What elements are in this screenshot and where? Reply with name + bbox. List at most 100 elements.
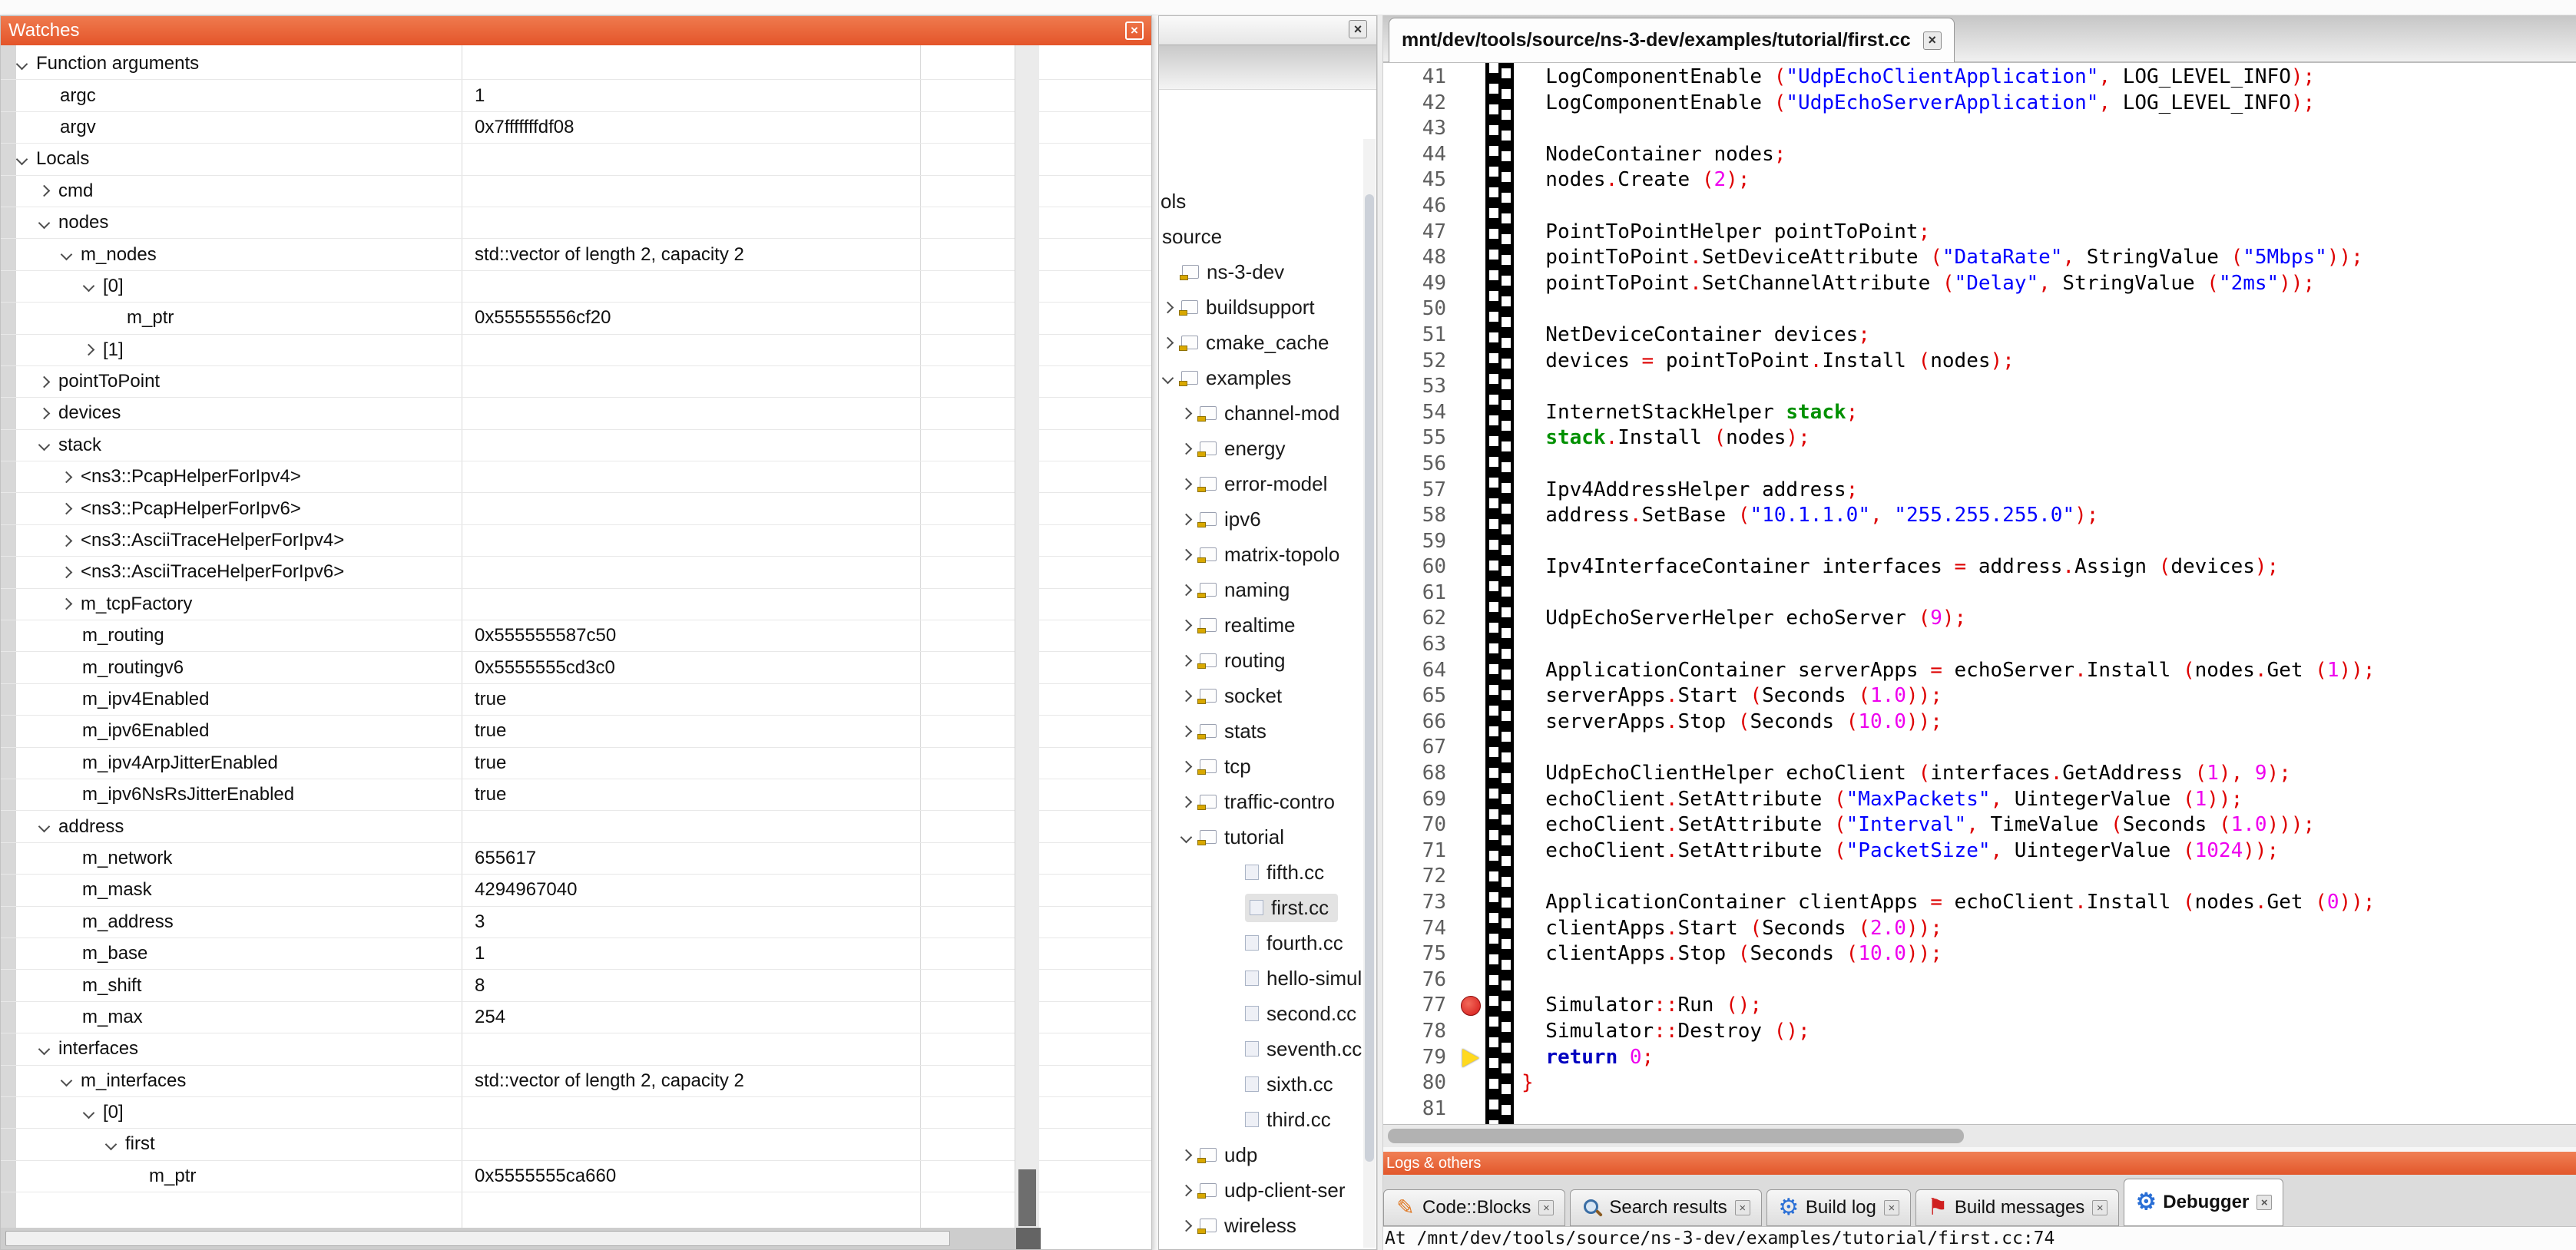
watch-row[interactable]: m_ptr0x5555555ca660 bbox=[1, 1161, 1151, 1192]
watch-row[interactable]: m_address3 bbox=[1, 907, 1151, 938]
watch-row[interactable]: interfaces bbox=[1, 1033, 1151, 1065]
code-line-71[interactable]: 71 echoClient.SetAttribute ("PacketSize"… bbox=[1383, 838, 2576, 865]
code-line-73[interactable]: 73 ApplicationContainer clientApps = ech… bbox=[1383, 890, 2576, 916]
watch-row[interactable]: <ns3::AsciiTraceHelperForIpv4> bbox=[1, 525, 1151, 557]
code-line-68[interactable]: 68 UdpEchoClientHelper echoClient (inter… bbox=[1383, 761, 2576, 787]
logs-tab-code-blocks[interactable]: Code::Blocks× bbox=[1383, 1189, 1565, 1226]
code-line-57[interactable]: 57 Ipv4AddressHelper address; bbox=[1383, 478, 2576, 504]
code-line-66[interactable]: 66 serverApps.Stop (Seconds (10.0)); bbox=[1383, 709, 2576, 736]
chevron-down-icon[interactable] bbox=[16, 154, 28, 166]
code-line-64[interactable]: 64 ApplicationContainer serverApps = ech… bbox=[1383, 658, 2576, 684]
tree-item-sixth-cc[interactable]: sixth.cc bbox=[1159, 1066, 1362, 1102]
tree-item-channel-mod[interactable]: channel-mod bbox=[1159, 395, 1362, 431]
watch-row[interactable]: address bbox=[1, 811, 1151, 842]
chevron-right-icon[interactable] bbox=[1180, 584, 1193, 596]
watches-vscrollbar-thumb[interactable] bbox=[1018, 1169, 1036, 1226]
watch-row[interactable]: [0] bbox=[1, 1097, 1151, 1129]
chevron-down-icon[interactable] bbox=[83, 1106, 95, 1119]
chevron-right-icon[interactable] bbox=[1180, 513, 1193, 525]
code-line-77[interactable]: 77 Simulator::Run (); bbox=[1383, 993, 2576, 1019]
code-line-70[interactable]: 70 echoClient.SetAttribute ("Interval", … bbox=[1383, 812, 2576, 838]
chevron-right-icon[interactable] bbox=[83, 344, 95, 356]
chevron-down-icon[interactable] bbox=[38, 1043, 51, 1056]
logs-tab-build-log[interactable]: Build log× bbox=[1766, 1189, 1911, 1226]
chevron-down-icon[interactable] bbox=[105, 1139, 118, 1151]
tree-item-tutorial[interactable]: tutorial bbox=[1159, 819, 1362, 855]
code-line-45[interactable]: 45 nodes.Create (2); bbox=[1383, 167, 2576, 193]
close-icon[interactable]: × bbox=[1349, 20, 1367, 38]
watch-row[interactable]: Function arguments bbox=[1, 48, 1151, 80]
code-line-44[interactable]: 44 NodeContainer nodes; bbox=[1383, 142, 2576, 168]
chevron-right-icon[interactable] bbox=[1180, 619, 1193, 631]
tree-item-routing[interactable]: routing bbox=[1159, 643, 1362, 678]
chevron-right-icon[interactable] bbox=[1180, 548, 1193, 561]
code-line-41[interactable]: 41 LogComponentEnable ("UdpEchoClientApp… bbox=[1383, 64, 2576, 91]
tree-item-examples[interactable]: examples bbox=[1159, 360, 1362, 395]
watch-row[interactable]: m_ipv4ArpJitterEnabledtrue bbox=[1, 748, 1151, 779]
watch-row[interactable]: first bbox=[1, 1129, 1151, 1160]
code-line-52[interactable]: 52 devices = pointToPoint.Install (nodes… bbox=[1383, 349, 2576, 375]
close-icon[interactable]: × bbox=[2256, 1195, 2272, 1210]
code-line-48[interactable]: 48 pointToPoint.SetDeviceAttribute ("Dat… bbox=[1383, 245, 2576, 271]
code-line-56[interactable]: 56 bbox=[1383, 451, 2576, 478]
code-line-81[interactable]: 81 bbox=[1383, 1096, 2576, 1123]
code-line-74[interactable]: 74 clientApps.Start (Seconds (2.0)); bbox=[1383, 916, 2576, 942]
tree-scrollbar-thumb[interactable] bbox=[1365, 194, 1374, 1162]
code-line-58[interactable]: 58 address.SetBase ("10.1.1.0", "255.255… bbox=[1383, 503, 2576, 529]
watch-row[interactable]: m_interfacesstd::vector of length 2, cap… bbox=[1, 1066, 1151, 1097]
tree-item-second-cc[interactable]: second.cc bbox=[1159, 996, 1362, 1031]
chevron-down-icon[interactable] bbox=[1162, 372, 1174, 384]
chevron-right-icon[interactable] bbox=[61, 598, 73, 610]
watches-hscrollbar-thumb[interactable] bbox=[5, 1231, 950, 1246]
close-icon[interactable]: × bbox=[1735, 1200, 1750, 1215]
tree-item-hello-simul[interactable]: hello-simul bbox=[1159, 961, 1362, 996]
chevron-down-icon[interactable] bbox=[61, 249, 73, 261]
code-line-54[interactable]: 54 InternetStackHelper stack; bbox=[1383, 400, 2576, 426]
watch-row[interactable]: cmd bbox=[1, 176, 1151, 207]
watch-row[interactable]: m_shift8 bbox=[1, 970, 1151, 1001]
tree-item-realtime[interactable]: realtime bbox=[1159, 607, 1362, 643]
code-line-63[interactable]: 63 bbox=[1383, 632, 2576, 658]
logs-tab-debugger[interactable]: Debugger× bbox=[2124, 1179, 2283, 1226]
tree-item-cmake-cache[interactable]: cmake_cache bbox=[1159, 325, 1362, 360]
chevron-down-icon[interactable] bbox=[38, 217, 51, 229]
chevron-right-icon[interactable] bbox=[1180, 1219, 1193, 1232]
watch-row[interactable]: m_base1 bbox=[1, 938, 1151, 970]
code-line-67[interactable]: 67 bbox=[1383, 735, 2576, 761]
watches-resize-corner[interactable] bbox=[1016, 1228, 1041, 1249]
chevron-right-icon[interactable] bbox=[1180, 478, 1193, 490]
watch-row[interactable]: m_tcpFactory bbox=[1, 589, 1151, 620]
tree-item-third-cc[interactable]: third.cc bbox=[1159, 1102, 1362, 1137]
watch-row[interactable]: [1] bbox=[1, 335, 1151, 366]
tree-item-wireless[interactable]: wireless bbox=[1159, 1208, 1362, 1243]
chevron-down-icon[interactable] bbox=[16, 58, 28, 70]
code-line-43[interactable]: 43 bbox=[1383, 116, 2576, 142]
chevron-right-icon[interactable] bbox=[61, 471, 73, 483]
code-line-61[interactable]: 61 bbox=[1383, 580, 2576, 607]
tree-item-udp[interactable]: udp bbox=[1159, 1137, 1362, 1172]
chevron-down-icon[interactable] bbox=[38, 439, 51, 451]
chevron-down-icon[interactable] bbox=[61, 1075, 73, 1087]
breakpoint-icon[interactable] bbox=[1461, 996, 1481, 1016]
tree-item-matrix-topolo[interactable]: matrix-topolo bbox=[1159, 537, 1362, 572]
code-line-47[interactable]: 47 PointToPointHelper pointToPoint; bbox=[1383, 220, 2576, 246]
chevron-right-icon[interactable] bbox=[1180, 1149, 1193, 1161]
watch-row[interactable]: argc1 bbox=[1, 80, 1151, 111]
watch-row[interactable]: devices bbox=[1, 398, 1151, 429]
code-line-60[interactable]: 60 Ipv4InterfaceContainer interfaces = a… bbox=[1383, 554, 2576, 580]
tree-item-fourth-cc[interactable]: fourth.cc bbox=[1159, 925, 1362, 961]
chevron-right-icon[interactable] bbox=[61, 534, 73, 547]
tree-item-ipv6[interactable]: ipv6 bbox=[1159, 501, 1362, 537]
watch-row[interactable]: <ns3::AsciiTraceHelperForIpv6> bbox=[1, 557, 1151, 588]
editor-tab-first-cc[interactable]: mnt/dev/tools/source/ns-3-dev/examples/t… bbox=[1389, 18, 1955, 62]
close-icon[interactable]: × bbox=[1884, 1200, 1899, 1215]
tree-item-first-cc[interactable]: first.cc bbox=[1159, 890, 1362, 925]
chevron-right-icon[interactable] bbox=[1180, 654, 1193, 666]
tree-item-error-model[interactable]: error-model bbox=[1159, 466, 1362, 501]
watch-row[interactable]: m_routingv60x5555555cd3c0 bbox=[1, 652, 1151, 683]
tree-item-naming[interactable]: naming bbox=[1159, 572, 1362, 607]
code-line-76[interactable]: 76 bbox=[1383, 967, 2576, 994]
watches-vscrollbar[interactable] bbox=[1015, 45, 1039, 1228]
tree-item-stats[interactable]: stats bbox=[1159, 713, 1362, 749]
code-line-49[interactable]: 49 pointToPoint.SetChannelAttribute ("De… bbox=[1383, 271, 2576, 297]
